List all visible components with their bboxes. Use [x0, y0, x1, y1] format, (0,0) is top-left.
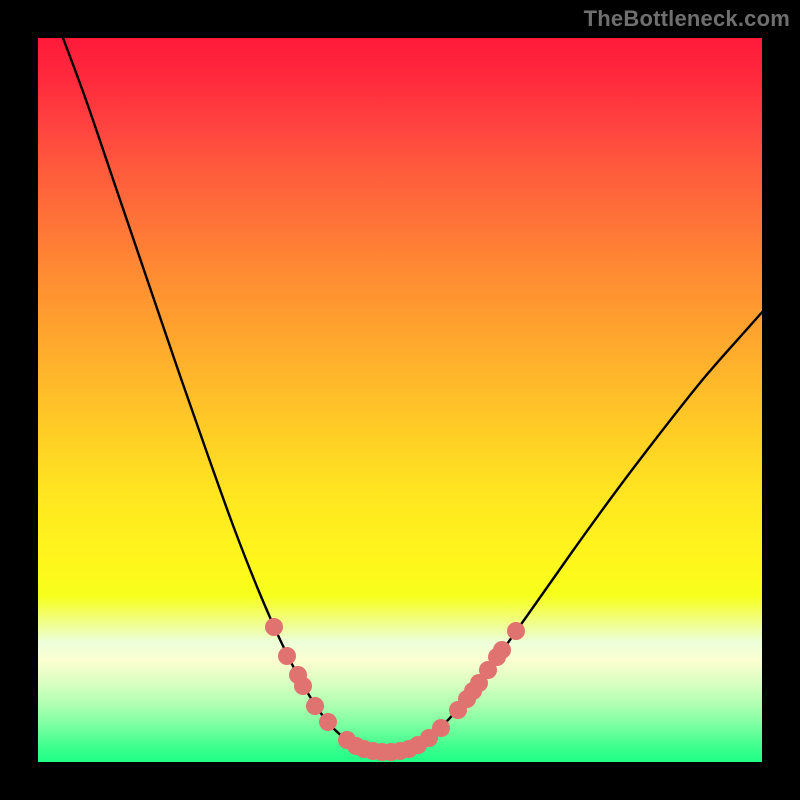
- data-dot: [278, 647, 296, 665]
- plot-area: [38, 38, 762, 762]
- watermark-text: TheBottleneck.com: [584, 6, 790, 32]
- data-dot: [493, 641, 511, 659]
- data-dot: [507, 622, 525, 640]
- data-dots: [265, 618, 525, 761]
- bottleneck-curve: [60, 38, 762, 753]
- data-dot: [432, 719, 450, 737]
- data-dot: [265, 618, 283, 636]
- data-dot: [319, 713, 337, 731]
- chart-frame: TheBottleneck.com: [0, 0, 800, 800]
- data-dot: [306, 697, 324, 715]
- data-dot: [294, 677, 312, 695]
- curve-layer: [38, 38, 762, 762]
